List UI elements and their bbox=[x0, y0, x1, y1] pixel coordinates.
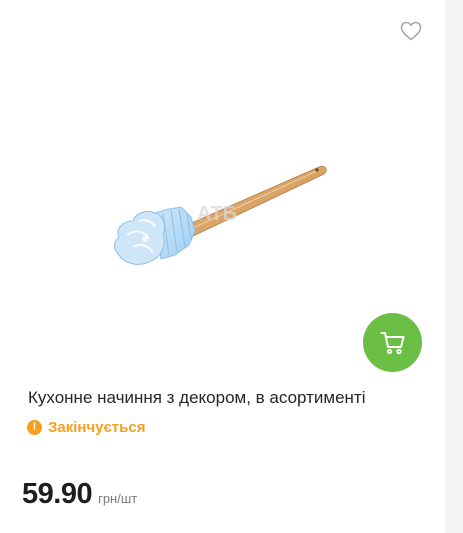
favorite-button[interactable] bbox=[400, 21, 422, 41]
price-block: 59.90 грн/шт bbox=[22, 478, 137, 511]
add-to-cart-button[interactable] bbox=[363, 313, 422, 372]
product-card[interactable]: АТБ Кухонне начиння з декором, в асортим… bbox=[0, 0, 445, 533]
shopping-cart-icon bbox=[380, 331, 404, 354]
price-value: 59.90 bbox=[22, 478, 93, 510]
price-unit: грн/шт bbox=[98, 491, 138, 506]
exclamation-icon: ! bbox=[27, 420, 42, 435]
stock-status-label: Закінчується bbox=[48, 419, 146, 436]
product-image[interactable]: АТБ bbox=[105, 155, 340, 285]
watermark-logo: АТБ bbox=[197, 203, 237, 225]
stock-status: ! Закінчується bbox=[27, 419, 145, 436]
product-title[interactable]: Кухонне начиння з декором, в асортименті bbox=[28, 388, 365, 408]
heart-outline-icon bbox=[400, 21, 422, 41]
